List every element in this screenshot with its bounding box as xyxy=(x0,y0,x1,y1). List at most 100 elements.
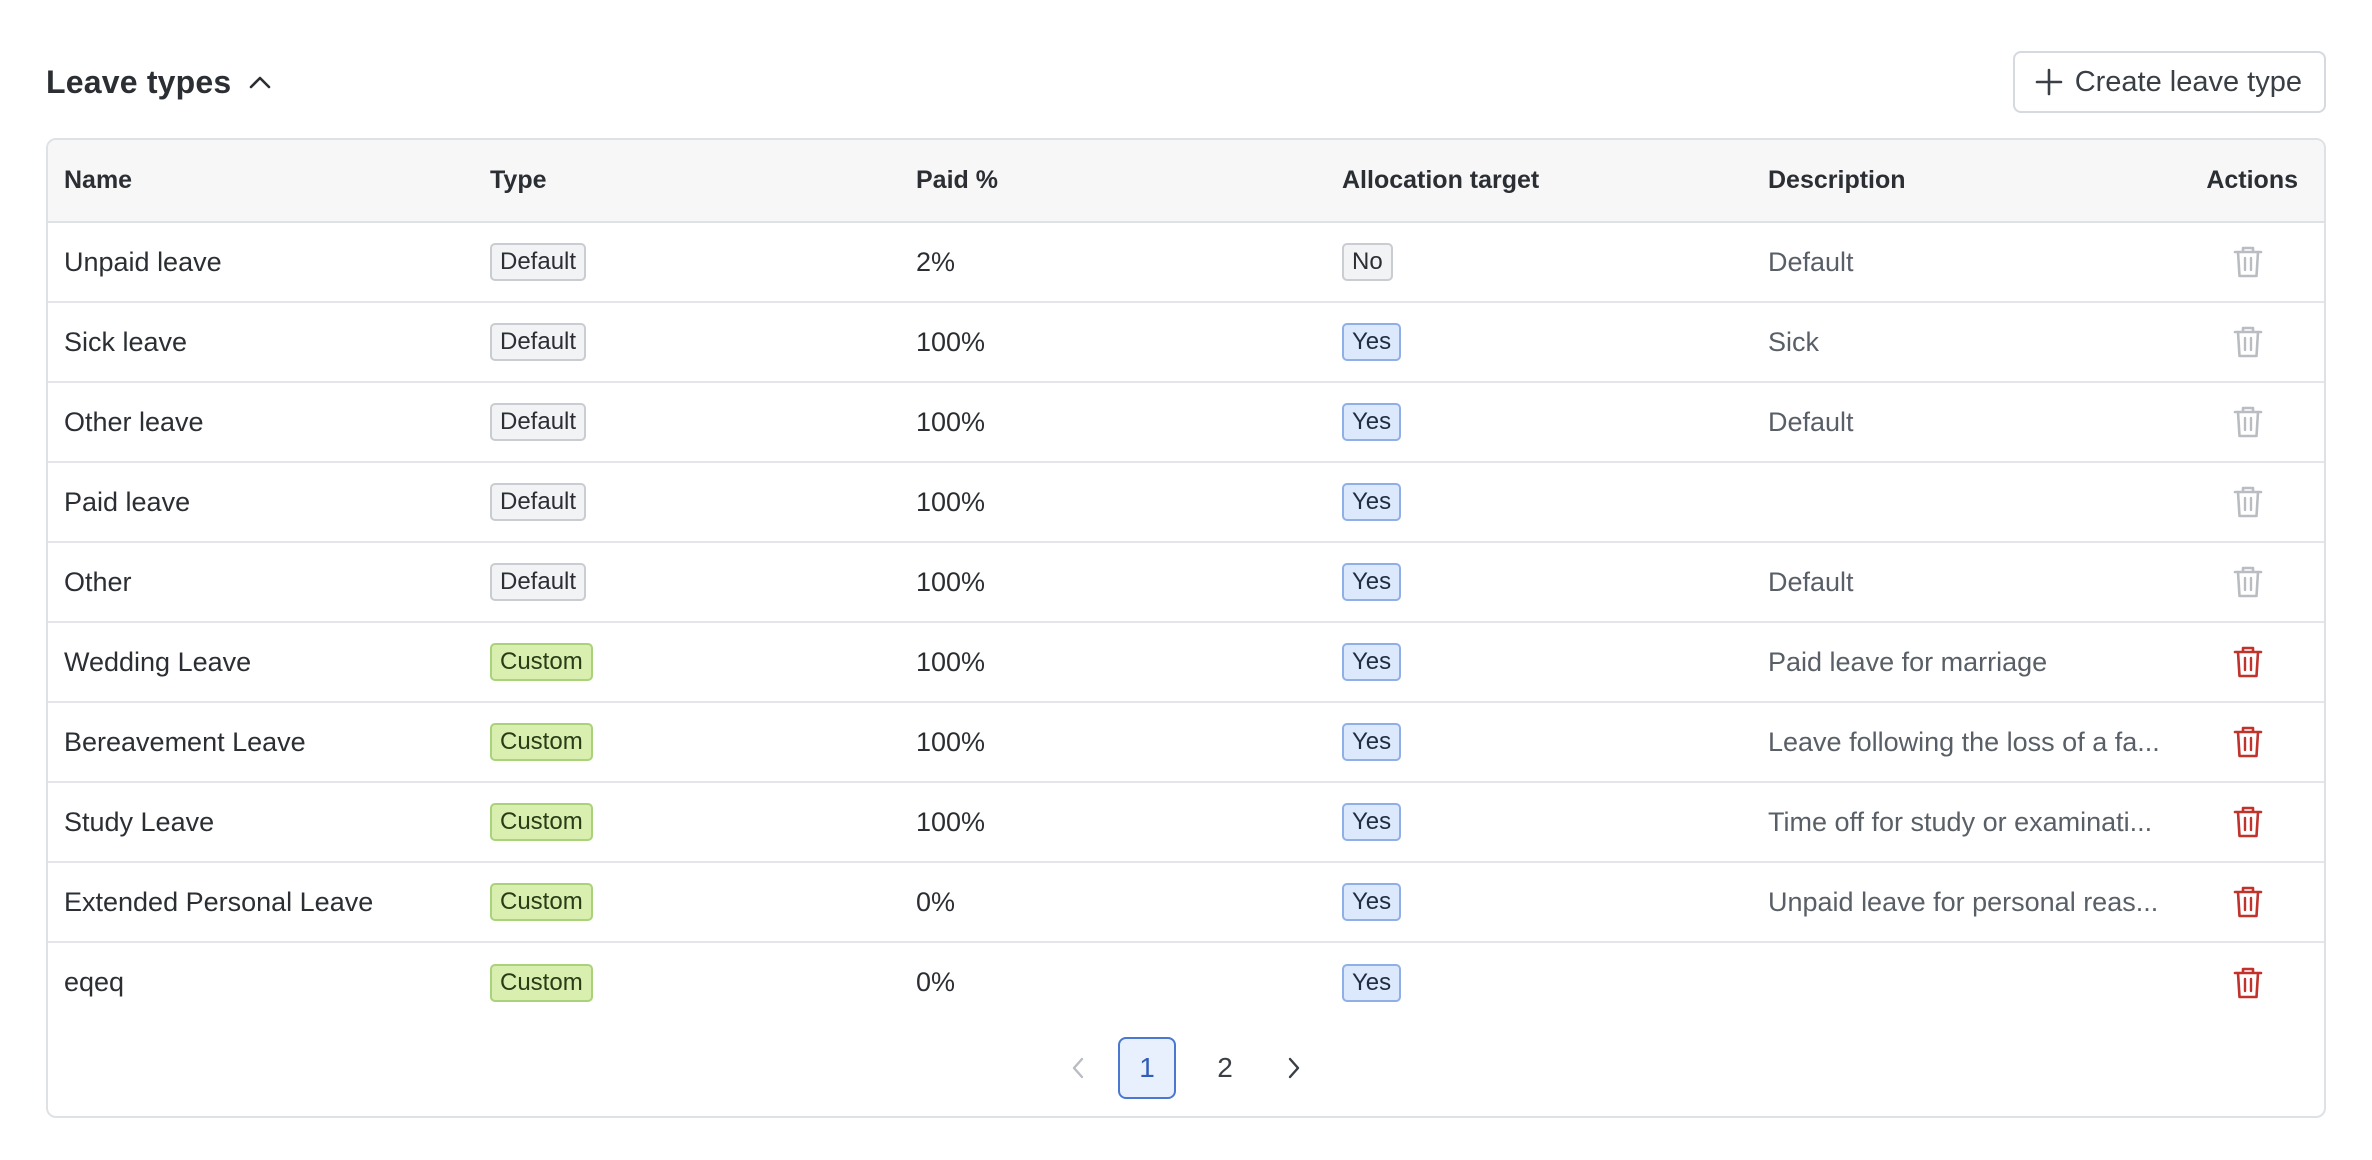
cell-name: Bereavement Leave xyxy=(48,702,474,783)
type-badge: Custom xyxy=(490,803,593,841)
cell-type: Default xyxy=(474,302,900,383)
cell-description xyxy=(1752,942,2178,1022)
type-badge: Custom xyxy=(490,723,593,761)
cell-description: Leave following the loss of a fa... xyxy=(1752,702,2178,783)
cell-allocation-target: Yes xyxy=(1326,462,1752,543)
cell-type: Default xyxy=(474,462,900,543)
table-row: Paid leave Default 100% Yes xyxy=(48,462,2324,543)
cell-actions xyxy=(2178,302,2324,383)
table-row: Wedding Leave Custom 100% Yes Paid leave for… xyxy=(48,622,2324,703)
table-row: Sick leave Default 100% Yes Sick xyxy=(48,302,2324,383)
cell-name: Other leave xyxy=(48,382,474,463)
cell-description: Default xyxy=(1752,542,2178,623)
cell-actions xyxy=(2178,782,2324,863)
leave-types-page: Leave types Create leave type Name Type … xyxy=(0,0,2372,1160)
cell-type: Custom xyxy=(474,702,900,783)
column-header-allocation[interactable]: Allocation target xyxy=(1326,140,1752,223)
trash-icon[interactable] xyxy=(2232,644,2264,680)
pagination: 1 2 xyxy=(48,1036,2324,1100)
trash-icon xyxy=(2232,324,2264,360)
chevron-right-icon[interactable] xyxy=(1274,1048,1314,1088)
cell-allocation-target: Yes xyxy=(1326,622,1752,703)
cell-allocation-target: Yes xyxy=(1326,542,1752,623)
cell-allocation-target: Yes xyxy=(1326,702,1752,783)
cell-description: Sick xyxy=(1752,302,2178,383)
cell-actions xyxy=(2178,862,2324,943)
cell-paid-percent: 100% xyxy=(900,302,1326,383)
cell-description xyxy=(1752,462,2178,543)
table-row: Other Default 100% Yes Default xyxy=(48,542,2324,623)
cell-name: Study Leave xyxy=(48,782,474,863)
cell-paid-percent: 100% xyxy=(900,462,1326,543)
column-header-paid[interactable]: Paid % xyxy=(900,140,1326,223)
page-button-2[interactable]: 2 xyxy=(1196,1037,1254,1099)
page-button-1[interactable]: 1 xyxy=(1118,1037,1176,1099)
trash-icon[interactable] xyxy=(2232,724,2264,760)
cell-actions xyxy=(2178,622,2324,703)
allocation-badge: Yes xyxy=(1342,483,1402,521)
type-badge: Custom xyxy=(490,963,593,1002)
cell-paid-percent: 100% xyxy=(900,622,1326,703)
cell-allocation-target: Yes xyxy=(1326,382,1752,463)
cell-paid-percent: 0% xyxy=(900,862,1326,943)
type-badge: Default xyxy=(490,483,587,521)
create-button-label: Create leave type xyxy=(2074,65,2302,98)
cell-type: Default xyxy=(474,222,900,303)
cell-paid-percent: 100% xyxy=(900,542,1326,623)
trash-icon[interactable] xyxy=(2232,804,2264,840)
cell-type: Custom xyxy=(474,782,900,863)
cell-type: Default xyxy=(474,542,900,623)
table-body: Unpaid leave Default 2% No Default Sick leave… xyxy=(48,222,2324,1022)
type-badge: Default xyxy=(490,403,587,441)
chevron-left-icon[interactable] xyxy=(1058,1048,1098,1088)
create-leave-type-button[interactable]: Create leave type xyxy=(2012,51,2326,113)
cell-name: Other xyxy=(48,542,474,623)
cell-actions xyxy=(2178,542,2324,623)
trash-icon[interactable] xyxy=(2232,965,2264,1001)
trash-icon xyxy=(2232,244,2264,280)
allocation-badge: Yes xyxy=(1342,403,1402,441)
cell-name: Extended Personal Leave xyxy=(48,862,474,943)
cell-actions xyxy=(2178,942,2324,1022)
column-header-description[interactable]: Description xyxy=(1752,140,2178,223)
cell-allocation-target: Yes xyxy=(1326,942,1752,1022)
table-row: Study Leave Custom 100% Yes Time off for stu… xyxy=(48,782,2324,863)
allocation-badge: Yes xyxy=(1342,963,1402,1002)
trash-icon xyxy=(2232,484,2264,520)
column-header-name[interactable]: Name xyxy=(48,140,474,223)
cell-allocation-target: No xyxy=(1326,222,1752,303)
cell-type: Custom xyxy=(474,622,900,703)
column-header-type[interactable]: Type xyxy=(474,140,900,223)
cell-description: Time off for study or examinati... xyxy=(1752,782,2178,863)
cell-paid-percent: 100% xyxy=(900,382,1326,463)
allocation-badge: No xyxy=(1342,243,1393,281)
cell-actions xyxy=(2178,222,2324,303)
column-header-actions: Actions xyxy=(2178,140,2324,223)
type-badge: Custom xyxy=(490,643,593,681)
cell-description: Unpaid leave for personal reas... xyxy=(1752,862,2178,943)
cell-name: eqeq xyxy=(64,967,125,997)
type-badge: Custom xyxy=(490,883,593,921)
cell-actions xyxy=(2178,462,2324,543)
allocation-badge: Yes xyxy=(1342,803,1402,841)
cell-paid-percent: 2% xyxy=(900,222,1326,303)
cell-name: Paid leave xyxy=(48,462,474,543)
cell-paid-percent: 100% xyxy=(900,782,1326,863)
type-badge: Default xyxy=(490,243,587,281)
cell-allocation-target: Yes xyxy=(1326,862,1752,943)
cell-paid-percent: 100% xyxy=(900,702,1326,783)
allocation-badge: Yes xyxy=(1342,723,1402,761)
allocation-badge: Yes xyxy=(1342,323,1402,361)
trash-icon[interactable] xyxy=(2232,884,2264,920)
cell-type: Default xyxy=(474,382,900,463)
cell-paid-percent: 0% xyxy=(916,967,956,997)
table-row: Extended Personal Leave Custom 0% Yes Unpaid… xyxy=(48,862,2324,943)
trash-icon xyxy=(2232,404,2264,440)
chevron-up-icon[interactable] xyxy=(247,69,273,95)
allocation-badge: Yes xyxy=(1342,643,1402,681)
cell-name: Sick leave xyxy=(48,302,474,383)
cell-type: Custom xyxy=(474,942,900,1022)
section-title: Leave types xyxy=(46,63,232,100)
cell-actions xyxy=(2178,702,2324,783)
section-header: Leave types Create leave type xyxy=(46,50,2326,114)
